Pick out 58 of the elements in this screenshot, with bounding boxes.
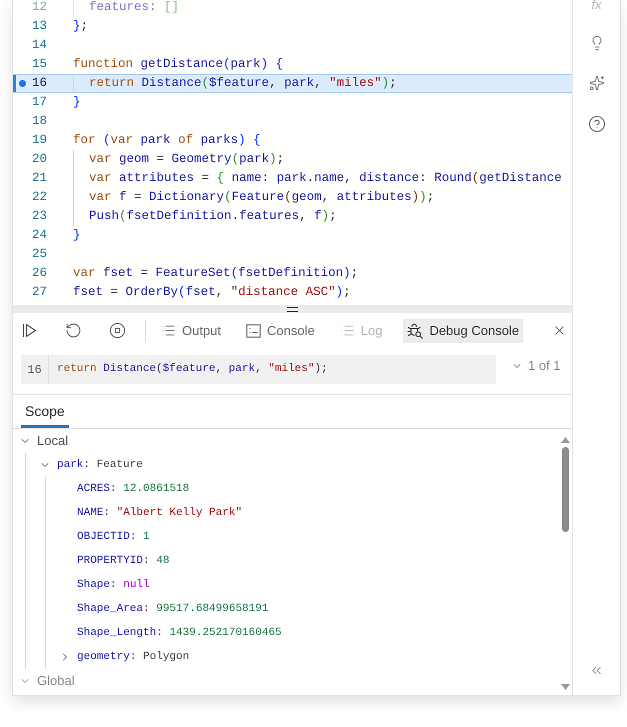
variable-entry: Shape_Area: 99517.68499658191 <box>77 602 268 617</box>
code-text: var fset = FeatureSet(fsetDefinition); <box>73 265 358 282</box>
variable-entry[interactable]: park: Feature <box>57 456 143 474</box>
code-text: var f = Dictionary(Feature(geom, attributes)); <box>89 189 434 206</box>
variable-entry: Shape_Length: 1439.252170160465 <box>77 626 282 641</box>
code-text: Push(fsetDefinition.features, f); <box>89 208 337 225</box>
scroll-down-icon[interactable] <box>560 684 570 690</box>
line-number: 16 <box>30 75 47 92</box>
line-number: 19 <box>30 132 47 149</box>
line-number: 26 <box>30 265 47 282</box>
line-number: 18 <box>30 113 47 130</box>
scope-group-label[interactable]: Local <box>37 431 68 451</box>
sparkles-icon[interactable] <box>588 75 604 91</box>
bug-magnifier-icon <box>407 322 424 338</box>
line-number: 12 <box>30 0 47 16</box>
code-text: } <box>73 227 81 244</box>
variable-entry[interactable]: geometry: Polygon <box>77 648 190 666</box>
help-icon[interactable] <box>588 115 606 133</box>
panel-tab[interactable]: Output <box>157 318 226 342</box>
line-number: 27 <box>30 284 47 301</box>
code-text: features: [] <box>89 0 180 16</box>
line-number: 22 <box>30 189 47 206</box>
line-number: 15 <box>30 56 47 73</box>
line-number: 13 <box>30 18 47 35</box>
scrollbar-thumb[interactable] <box>562 447 568 532</box>
terminal-window-icon <box>246 324 262 338</box>
frame-line-number: 16 <box>21 355 49 384</box>
variable-entry: Shape: null <box>77 578 150 593</box>
line-number: 21 <box>30 170 47 187</box>
panel-tab[interactable]: Debug Console <box>403 318 524 342</box>
code-text: for (var park of parks) { <box>73 132 261 149</box>
rotate-ccw-icon <box>64 322 82 339</box>
line-number: 24 <box>30 227 47 244</box>
line-number: 14 <box>30 37 47 54</box>
frame-code: return Distance($feature, park, "miles"); <box>57 362 328 378</box>
code-text: fset = OrderBy(fset, "distance ASC"); <box>73 284 351 301</box>
variable-entry: NAME: "Albert Kelly Park" <box>77 506 242 521</box>
stop-icon <box>108 322 126 339</box>
code-text: }; <box>73 18 88 35</box>
variable-entry: OBJECTID: 1 <box>77 530 150 545</box>
line-number: 23 <box>30 208 47 225</box>
play-bar-icon <box>22 323 36 338</box>
variable-entry: PROPERTYID: 48 <box>77 554 170 569</box>
line-number: 25 <box>30 246 47 263</box>
scope-group-label[interactable]: Global <box>37 671 75 691</box>
line-number: 17 <box>30 94 47 111</box>
code-text: function getDistance(park) { <box>73 56 284 73</box>
scroll-up-icon[interactable] <box>560 437 570 443</box>
panel-tab[interactable]: Console <box>242 318 319 342</box>
code-text: var geom = Geometry(park); <box>89 151 284 168</box>
code-text: var attributes = { name: park.name, distance: Round(getDistance <box>89 170 562 187</box>
frame-navigator[interactable]: 1 of 1 <box>511 357 561 375</box>
code-text: } <box>73 94 81 111</box>
code-text: return Distance($feature, park, "miles"); <box>89 75 397 92</box>
scope-tab[interactable]: Scope <box>21 395 69 428</box>
line-number: 20 <box>30 151 47 168</box>
variable-entry: ACRES: 12.0861518 <box>77 482 190 497</box>
drag-handle-icon[interactable] <box>287 306 298 312</box>
